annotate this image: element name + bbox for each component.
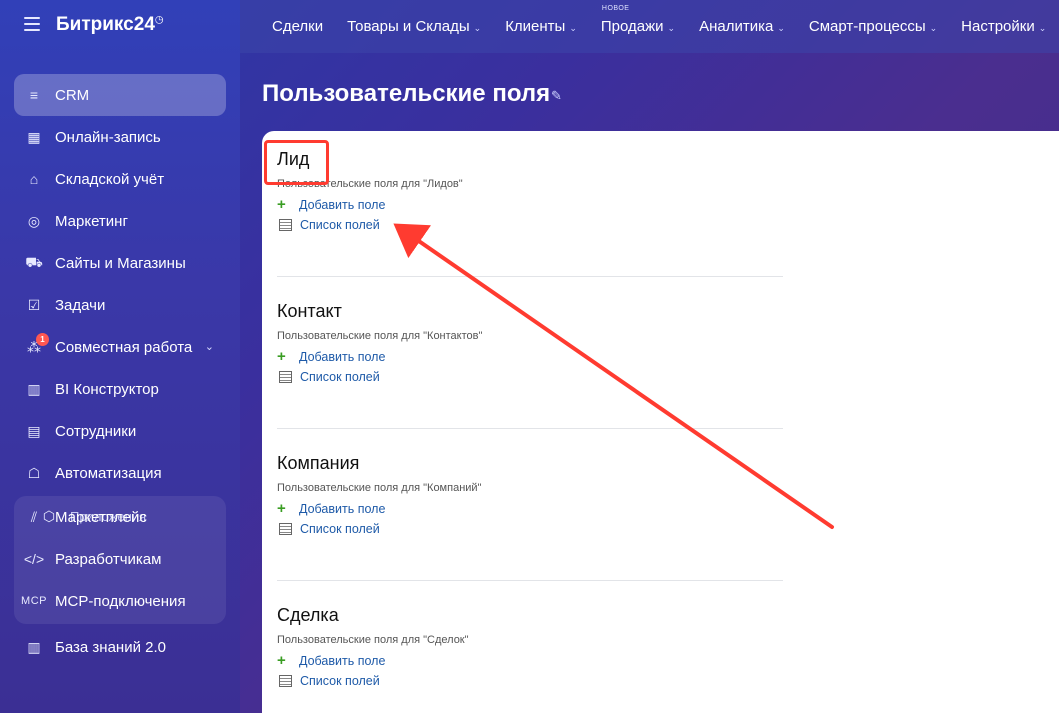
annotation-arrow (393, 223, 834, 529)
